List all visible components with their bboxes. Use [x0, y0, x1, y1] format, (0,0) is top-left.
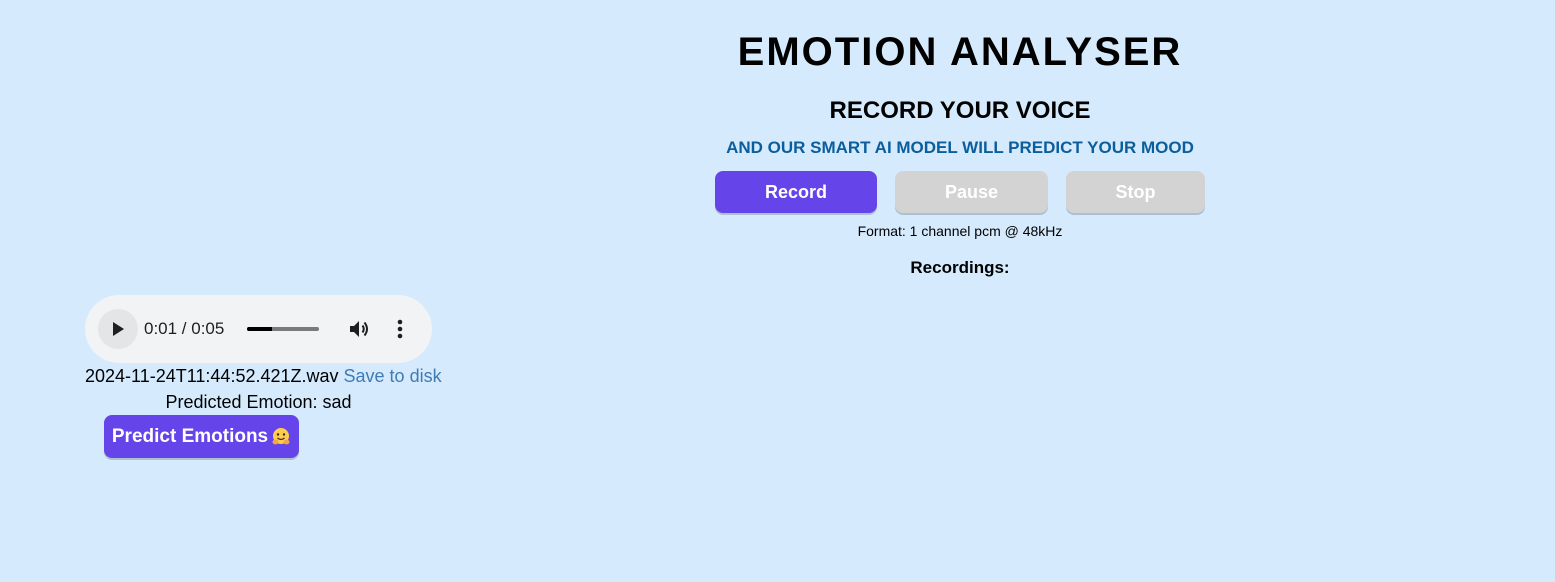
page-title: EMOTION ANALYSER: [737, 30, 1183, 74]
record-button[interactable]: Record: [715, 171, 877, 213]
volume-icon[interactable]: [347, 317, 371, 341]
page-subtitle: RECORD YOUR VOICE: [829, 97, 1091, 124]
predicted-emotion: Predicted Emotion: sad: [165, 392, 352, 412]
play-button[interactable]: [98, 309, 138, 349]
save-to-disk-link[interactable]: Save to disk: [344, 366, 442, 386]
play-icon: [113, 322, 124, 336]
predict-emotions-button[interactable]: Predict Emotions: [104, 415, 299, 458]
page: EMOTION ANALYSER RECORD YOUR VOICE AND O…: [0, 0, 1555, 582]
predict-emotions-label: Predict Emotions: [111, 425, 269, 447]
format-info: Format: 1 channel pcm @ 48kHz: [857, 223, 1063, 239]
time-display: 0:01 / 0:05: [144, 319, 225, 338]
recordings-heading: Recordings:: [910, 258, 1010, 277]
recording-filename: 2024-11-24T11:44:52.421Z.wav: [85, 366, 339, 386]
recording-file-line: 2024-11-24T11:44:52.421Z.wav Save to dis…: [85, 366, 442, 386]
stop-button[interactable]: Stop: [1066, 171, 1205, 213]
more-vert-icon[interactable]: [390, 317, 410, 341]
seek-bar[interactable]: [247, 327, 319, 331]
audio-player: 0:01 / 0:05: [85, 295, 432, 363]
seek-bar-fill: [247, 327, 273, 331]
tagline: AND OUR SMART AI MODEL WILL PREDICT YOUR…: [726, 138, 1194, 157]
hugging-face-icon: [272, 427, 290, 444]
pause-button[interactable]: Pause: [895, 171, 1048, 213]
